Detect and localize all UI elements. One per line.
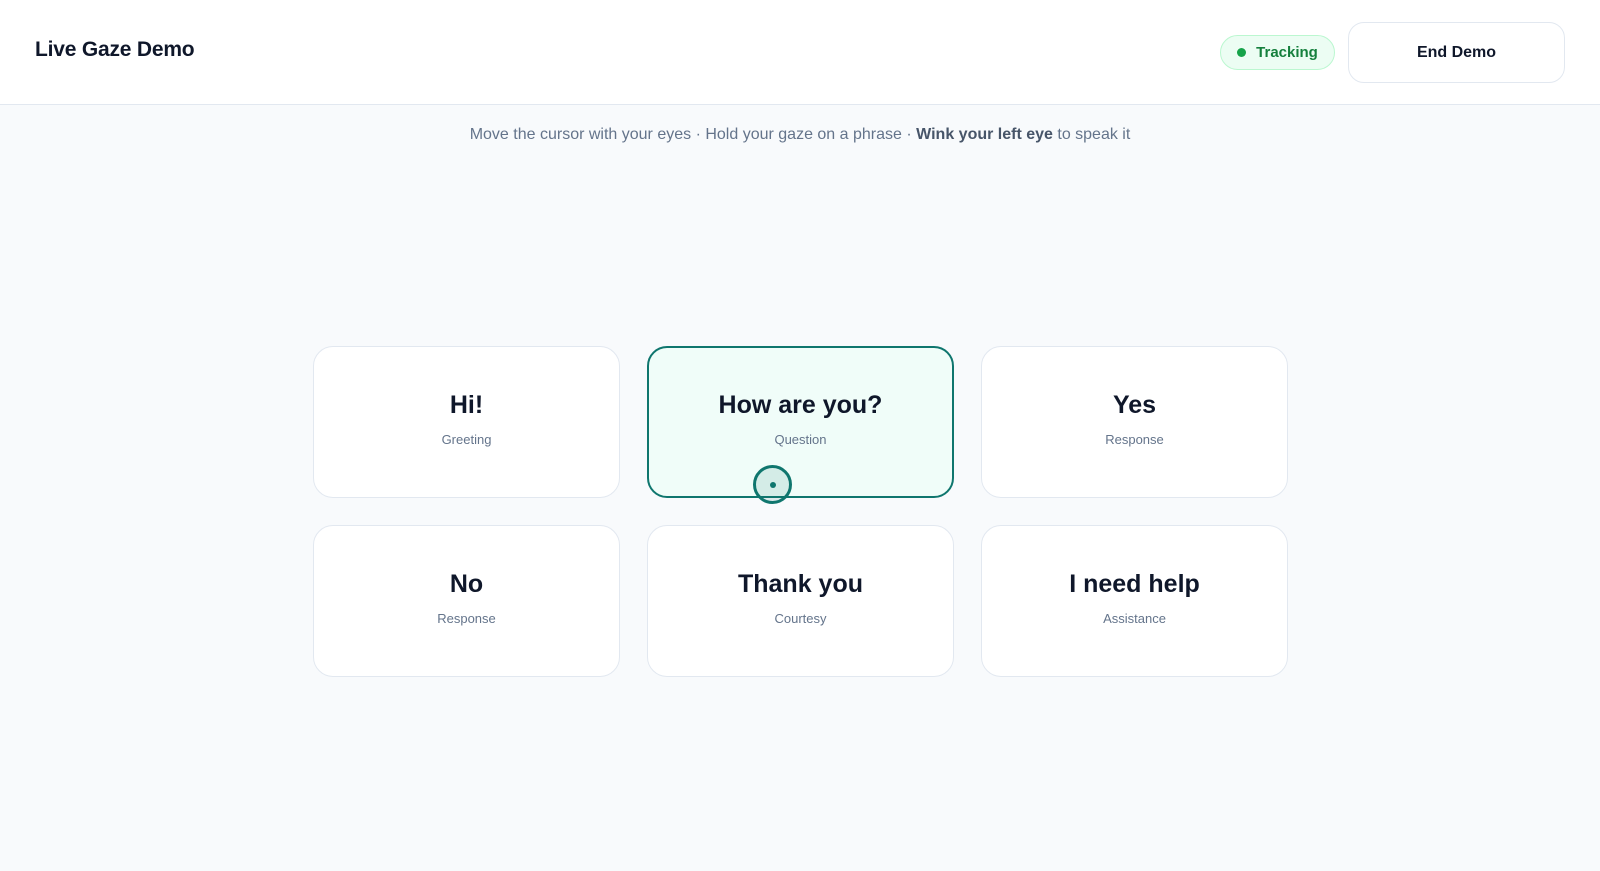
phrase-text: I need help (1069, 570, 1200, 598)
phrase-card-no[interactable]: No Response (313, 525, 620, 677)
phrase-card-hi[interactable]: Hi! Greeting (313, 346, 620, 498)
app-header: Live Gaze Demo Tracking End Demo (0, 0, 1600, 105)
instructions-text: Move the cursor with your eyes · Hold yo… (0, 126, 1600, 144)
phrase-card-yes[interactable]: Yes Response (981, 346, 1288, 498)
phrase-category: Courtesy (774, 611, 827, 626)
phrase-category: Greeting (441, 432, 492, 447)
instructions-emphasis: Wink your left eye (916, 126, 1053, 143)
instructions-part-2: to speak it (1052, 126, 1131, 143)
phrase-category: Assistance (1103, 611, 1166, 626)
phrase-grid: Hi! Greeting How are you? Question Yes R… (313, 346, 1288, 677)
phrase-card-how-are-you[interactable]: How are you? Question (647, 346, 954, 498)
phrase-category: Response (1105, 432, 1164, 447)
phrase-text: How are you? (718, 391, 883, 419)
phrase-card-thank-you[interactable]: Thank you Courtesy (647, 525, 954, 677)
phrase-card-i-need-help[interactable]: I need help Assistance (981, 525, 1288, 677)
phrase-text: Hi! (449, 391, 484, 419)
status-dot-icon (1237, 48, 1247, 57)
phrase-category: Response (437, 611, 496, 626)
end-demo-button[interactable]: End Demo (1348, 22, 1565, 83)
tracking-status-label: Tracking (1256, 44, 1318, 61)
app-title: Live Gaze Demo (35, 38, 195, 61)
phrase-text: Thank you (737, 570, 863, 598)
phrase-category: Question (774, 432, 827, 447)
tracking-status-badge: Tracking (1220, 35, 1335, 70)
instructions-part-1: Move the cursor with your eyes · Hold yo… (469, 126, 917, 143)
phrase-text: Yes (1112, 391, 1157, 419)
phrase-text: No (449, 570, 484, 598)
